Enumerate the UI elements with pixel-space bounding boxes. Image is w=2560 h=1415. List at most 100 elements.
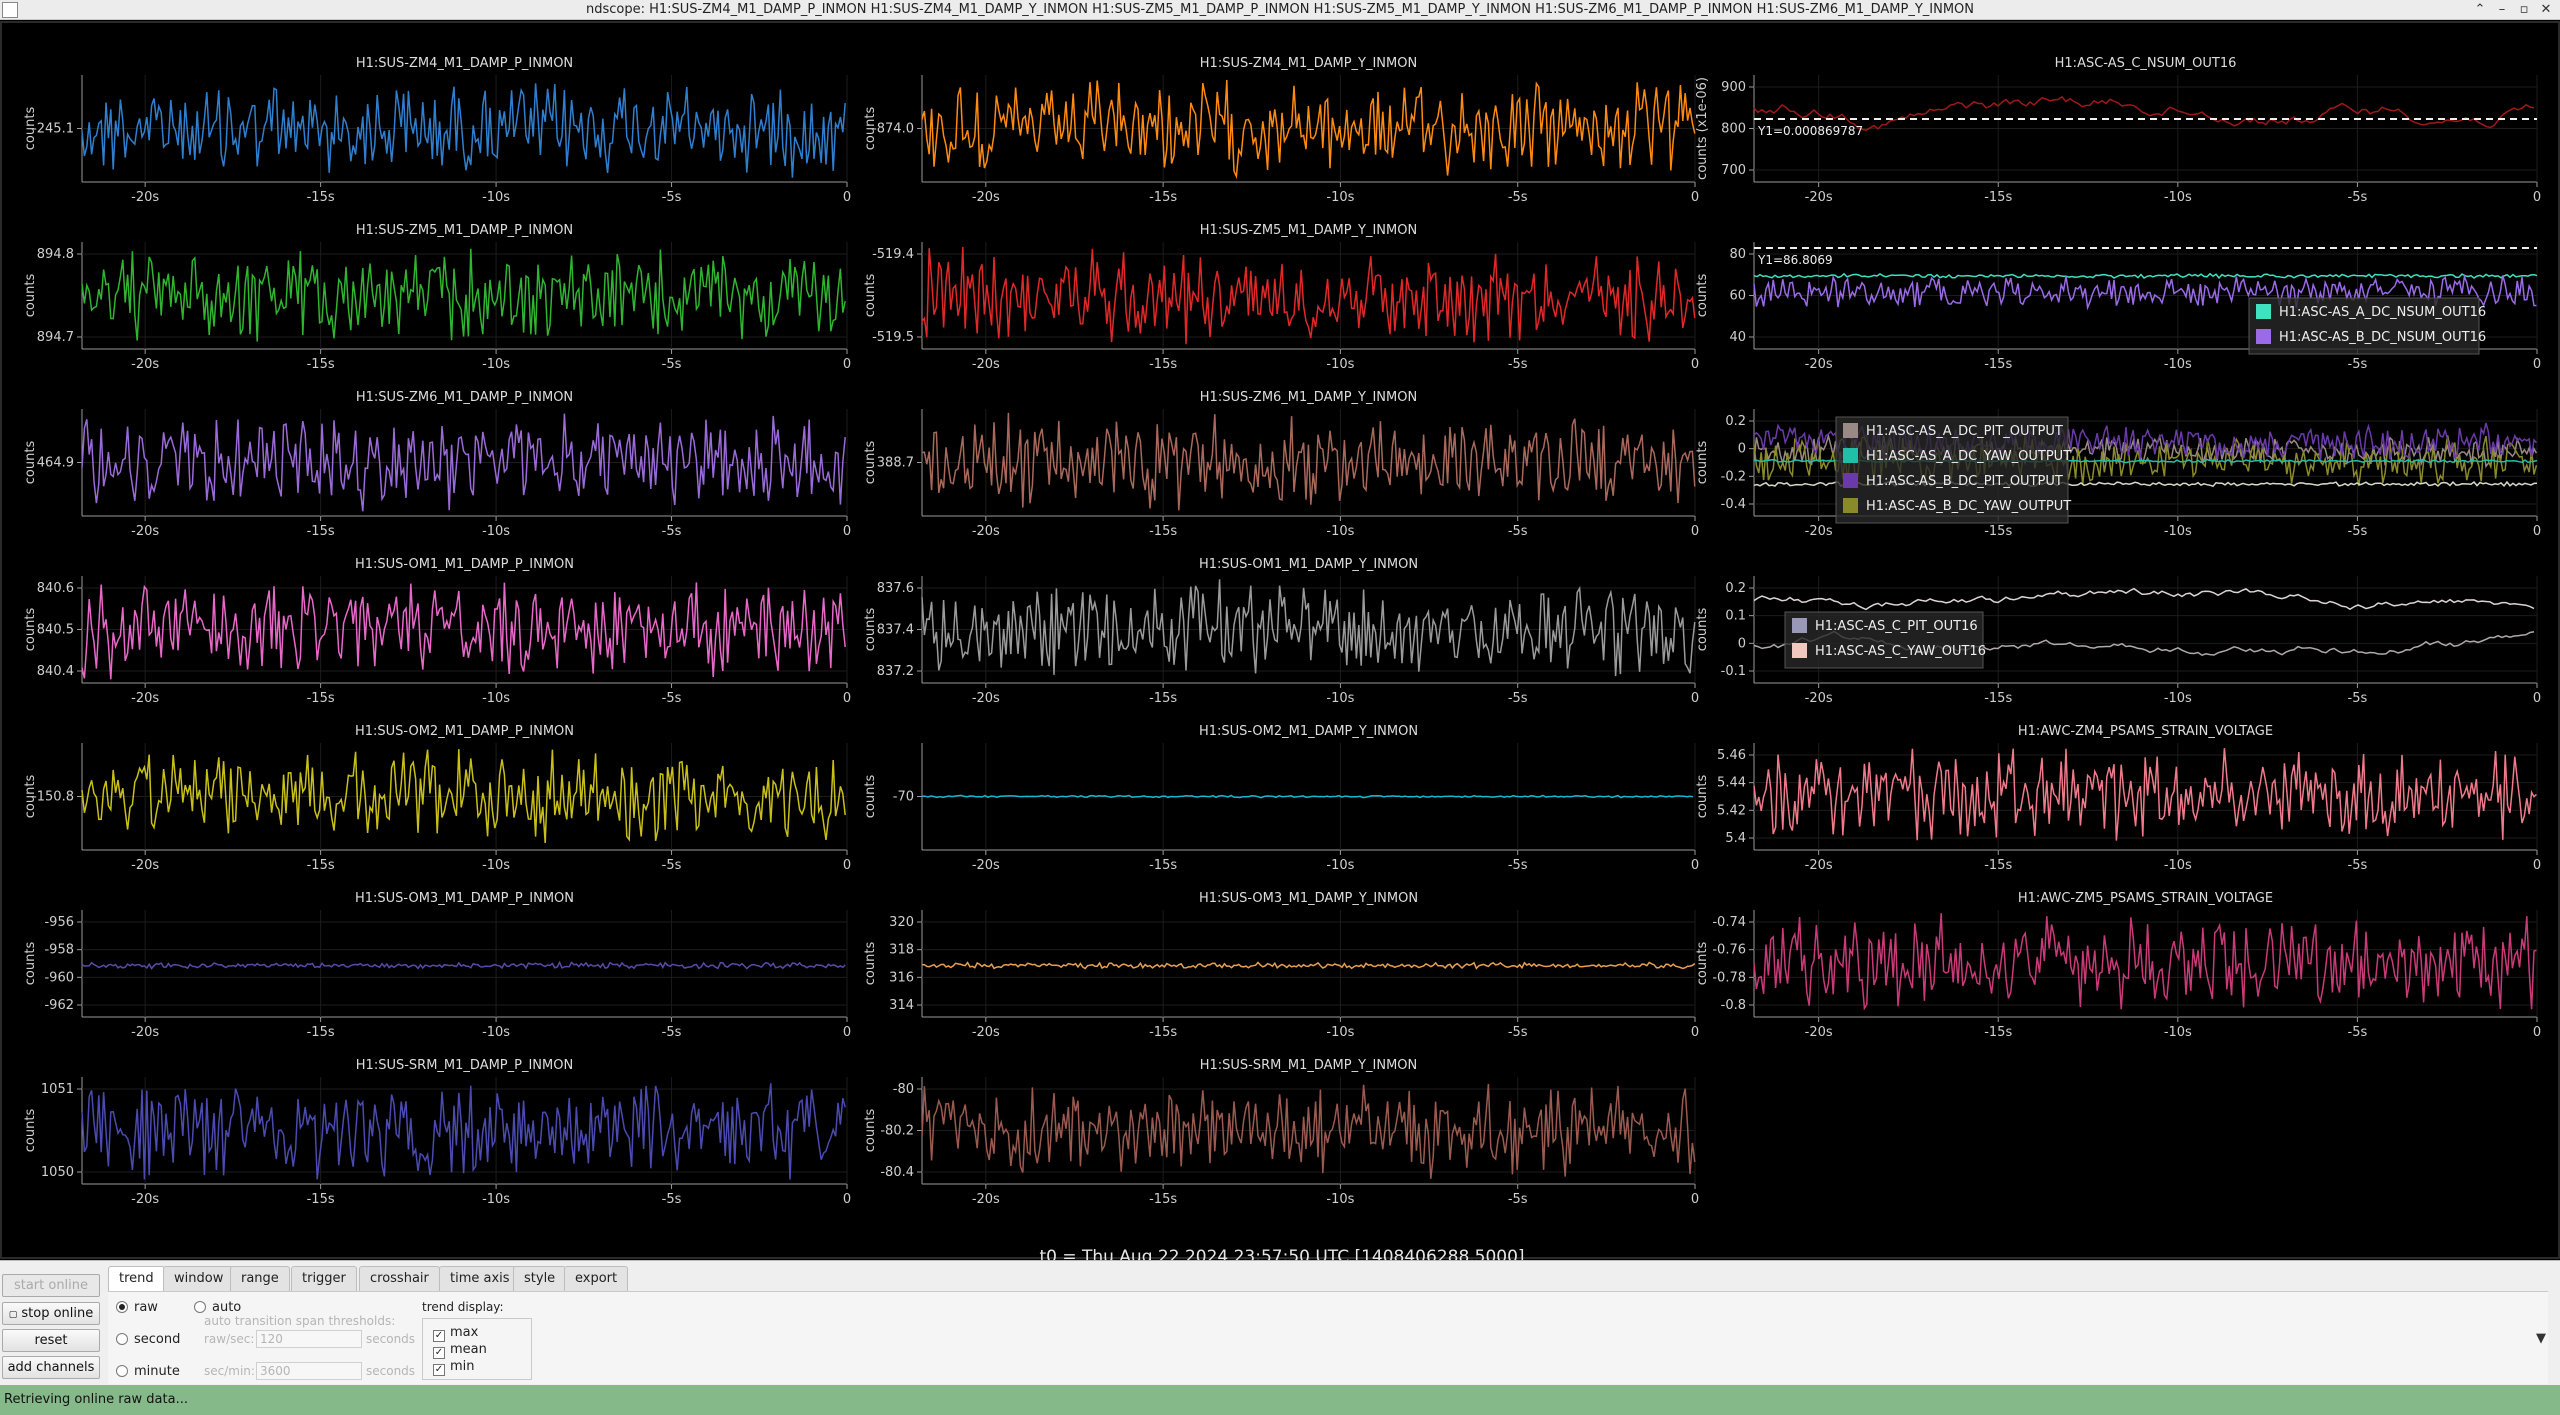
x-tick-label: -10s (2164, 858, 2192, 873)
plot-asc-c-pityaw[interactable]: -20s -15s -10s -5s 0 counts 0.2 0.1 0 -0.1 H1:ASC-… (1695, 576, 2541, 706)
tab-range[interactable]: range (230, 1266, 290, 1291)
plot-om2-y[interactable]: H1:SUS-OM2_M1_DAMP_Y_INMON -20s -15s -10s -5… (863, 724, 1699, 873)
y-axis-label: counts (863, 608, 878, 652)
trend-panel: raw auto second minute auto transition s… (108, 1291, 2548, 1384)
y-tick-label: -519.4 (872, 247, 914, 262)
raw-sec-input[interactable]: 120 (256, 1330, 362, 1348)
x-tick-label: -20s (131, 1192, 159, 1207)
legend-swatch (1792, 643, 1807, 658)
reset-button[interactable]: reset (2, 1329, 100, 1352)
sec-min-input[interactable]: 3600 (256, 1362, 362, 1380)
plot-title: H1:SUS-ZM6_M1_DAMP_Y_INMON (1200, 390, 1417, 405)
plot-asc-dc-nsum[interactable]: -20s -15s -10s -5s 0 counts 80 60 40 Y1=86.8069 H1… (1695, 242, 2541, 372)
plot-title: H1:SUS-ZM4_M1_DAMP_Y_INMON (1200, 56, 1417, 71)
plot-awc-zm4[interactable]: H1:AWC-ZM4_PSAMS_STRAIN_VOLTAGE -20s -15s -… (1695, 724, 2541, 873)
x-tick-label: -20s (972, 1025, 1000, 1040)
legend-swatch (2256, 329, 2271, 344)
second-radio[interactable]: second (116, 1332, 180, 1347)
plot-title: H1:SUS-OM2_M1_DAMP_Y_INMON (1199, 724, 1418, 739)
tab-export[interactable]: export (564, 1266, 629, 1291)
trace-line (921, 579, 1696, 677)
tab-trend[interactable]: trend (108, 1266, 165, 1292)
plot-om3-p[interactable]: H1:SUS-OM3_M1_DAMP_P_INMON -20s -15s -10s -5… (23, 891, 851, 1040)
max-checkbox[interactable]: ✓ max (433, 1325, 478, 1342)
plot-om2-p[interactable]: H1:SUS-OM2_M1_DAMP_P_INMON -20s -15s -10s -5… (23, 724, 851, 873)
raw-radio[interactable]: raw (116, 1300, 158, 1315)
y-axis-label: counts (23, 1109, 38, 1153)
plot-title: H1:SUS-OM3_M1_DAMP_Y_INMON (1199, 891, 1418, 906)
add-channels-button[interactable]: add channels (2, 1356, 100, 1379)
tab-crosshair[interactable]: crosshair (359, 1266, 440, 1291)
x-tick-label: -5s (662, 357, 682, 372)
plot-zm5-p[interactable]: H1:SUS-ZM5_M1_DAMP_P_INMON -20s -15s -10s -5… (23, 223, 851, 372)
tab-trigger[interactable]: trigger (291, 1266, 357, 1291)
plot-zm4-p[interactable]: H1:SUS-ZM4_M1_DAMP_P_INMON -20s -15s -10s -5… (23, 56, 851, 205)
plot-om3-y[interactable]: H1:SUS-OM3_M1_DAMP_Y_INMON -20s -15s -10s -5… (863, 891, 1699, 1040)
tab-time-axis[interactable]: time axis (439, 1266, 521, 1291)
y-tick-label: 0.2 (1725, 414, 1746, 429)
plot-zm6-y[interactable]: H1:SUS-ZM6_M1_DAMP_Y_INMON -20s -15s -10s -5… (863, 390, 1699, 539)
plot-zm4-y[interactable]: H1:SUS-ZM4_M1_DAMP_Y_INMON -20s -15s -10s -5… (863, 56, 1699, 205)
auto-radio[interactable]: auto (194, 1300, 241, 1315)
x-tick-label: -10s (482, 691, 510, 706)
plot-asc-dc-output[interactable]: -20s -15s -10s -5s 0 counts 0.2 0 -0.2 -0.4 H1:ASC… (1695, 409, 2541, 539)
trace-line (81, 960, 846, 970)
x-tick-label: -20s (1805, 858, 1833, 873)
x-tick-label: -15s (307, 858, 335, 873)
x-tick-label: -15s (1149, 858, 1177, 873)
y-tick-label: 388.7 (877, 456, 914, 471)
raw-sec-label: raw/sec: (204, 1332, 255, 1346)
x-tick-label: -20s (131, 858, 159, 873)
trace-line (81, 83, 846, 178)
plot-asc-c-nsum[interactable]: H1:ASC-AS_C_NSUM_OUT16 -20s -15s -10s -5s 0 co… (1695, 56, 2541, 205)
plot-srm-p[interactable]: H1:SUS-SRM_M1_DAMP_P_INMON -20s -15s -10s -5… (23, 1058, 851, 1207)
plot-awc-zm5[interactable]: H1:AWC-ZM5_PSAMS_STRAIN_VOLTAGE -20s -15s -… (1695, 891, 2541, 1040)
plot-srm-y[interactable]: H1:SUS-SRM_M1_DAMP_Y_INMON -20s -15s -10s -5… (863, 1058, 1699, 1207)
mean-checkbox[interactable]: ✓ mean (433, 1342, 487, 1359)
close-icon[interactable]: ✕ (2536, 1, 2556, 19)
legend-entry: H1:ASC-AS_C_PIT_OUT16 (1815, 619, 1978, 634)
plot-title: H1:SUS-ZM5_M1_DAMP_Y_INMON (1200, 223, 1417, 238)
trace-line (1753, 95, 2535, 132)
y-tick-label: 320 (889, 915, 914, 930)
y-tick-label: 1051 (41, 1082, 74, 1097)
radio-dot (116, 1333, 128, 1345)
plot-area[interactable]: H1:SUS-ZM4_M1_DAMP_P_INMON -20s -15s -10s -5… (0, 21, 2560, 1267)
plot-om1-y[interactable]: H1:SUS-OM1_M1_DAMP_Y_INMON -20s -15s -10s -5… (863, 557, 1699, 706)
y-tick-label: 5.4 (1725, 831, 1746, 846)
y-axis-label: counts (1695, 775, 1710, 819)
y-tick-label: 840.5 (37, 623, 74, 638)
x-tick-label: 0 (843, 524, 851, 539)
y-axis-label: counts (23, 608, 38, 652)
x-tick-label: -10s (482, 190, 510, 205)
plot-grid[interactable]: H1:SUS-ZM4_M1_DAMP_P_INMON -20s -15s -10s -5… (2, 23, 2558, 1261)
min-checkbox[interactable]: ✓ min (433, 1359, 475, 1376)
y-axis-label: counts (863, 274, 878, 318)
maximize-icon[interactable]: ▫ (2514, 1, 2534, 19)
minimize-icon[interactable]: – (2492, 1, 2512, 19)
tab-style[interactable]: style (513, 1266, 567, 1291)
tab-window[interactable]: window (163, 1266, 235, 1291)
y-tick-label: 80 (1729, 247, 1746, 262)
plot-om1-p[interactable]: H1:SUS-OM1_M1_DAMP_P_INMON -20s -15s -10s -5… (23, 557, 851, 706)
y-tick-label: -70 (893, 790, 914, 805)
x-tick-label: -10s (482, 1025, 510, 1040)
start-online-button[interactable]: start online (2, 1274, 100, 1297)
trace-line (81, 248, 846, 342)
plot-zm6-p[interactable]: H1:SUS-ZM6_M1_DAMP_P_INMON -20s -15s -10s -5… (23, 390, 851, 539)
x-tick-label: 0 (843, 1025, 851, 1040)
stop-online-button[interactable]: ▢ stop online (2, 1302, 100, 1325)
x-tick-label: -10s (482, 357, 510, 372)
radio-dot (116, 1301, 128, 1313)
minute-radio[interactable]: minute (116, 1364, 180, 1379)
legend-swatch (2256, 304, 2271, 319)
y-tick-label: 40 (1729, 330, 1746, 345)
legend-swatch (1843, 448, 1858, 463)
y-axis-label: counts (x1e-06) (1695, 77, 1710, 180)
triangle-down-icon[interactable]: ▼ (2536, 1331, 2546, 1346)
y-tick-label: 894.7 (37, 330, 74, 345)
y-tick-label: 60 (1729, 289, 1746, 304)
trend-display-label: trend display: (422, 1300, 504, 1314)
plot-zm5-y[interactable]: H1:SUS-ZM5_M1_DAMP_Y_INMON -20s -15s -10s -5… (863, 223, 1699, 372)
restore-icon[interactable]: ⌃ (2470, 1, 2490, 19)
